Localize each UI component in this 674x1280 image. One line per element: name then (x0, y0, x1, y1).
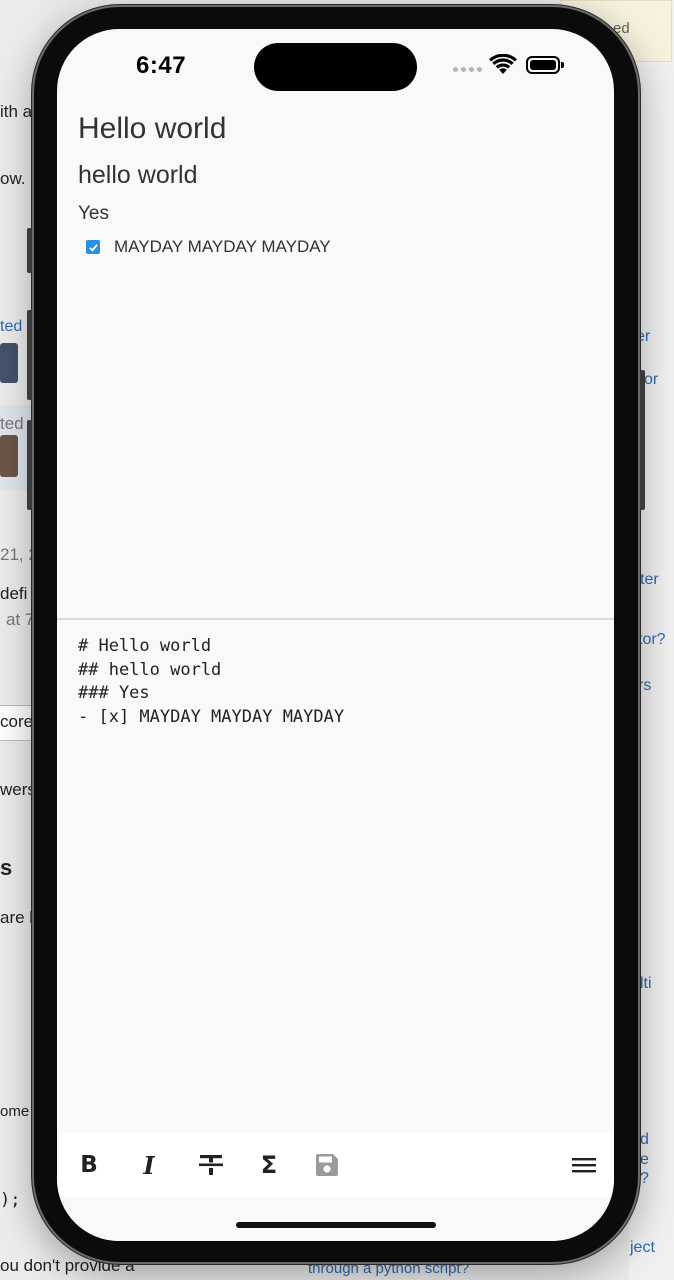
preview-heading-2: hello world (78, 161, 198, 189)
preview-heading-3: Yes (78, 203, 109, 224)
save-icon (316, 1154, 338, 1176)
status-time: 6:47 (136, 52, 187, 79)
italic-button[interactable]: I (137, 1150, 161, 1180)
format-toolbar: B I Σ (57, 1133, 614, 1197)
markdown-preview: Hello world hello world Yes MAYDAY MAYDA… (57, 105, 614, 618)
dynamic-island (254, 43, 417, 91)
background-thumbnail (0, 435, 18, 477)
background-link: d (640, 1131, 649, 1148)
preview-heading-1: Hello world (78, 112, 227, 145)
background-link: rs (638, 677, 652, 694)
strikethrough-button[interactable] (197, 1151, 225, 1179)
status-bar: 6:47 (57, 29, 614, 105)
italic-icon: I (143, 1150, 155, 1180)
checkmark-icon (88, 243, 98, 252)
app-screen: 6:47 Hello world hello world Yes MAYDAY … (57, 29, 614, 1241)
background-heading: s (0, 855, 13, 880)
background-link: ject (630, 1239, 655, 1256)
background-text: 21, 2 (0, 545, 38, 564)
background-link: er (636, 328, 651, 345)
background-code: ); (0, 1190, 21, 1210)
task-checkbox[interactable] (86, 240, 100, 254)
background-link: tor? (638, 631, 666, 648)
battery-icon (526, 56, 564, 74)
phone-volume-button (27, 420, 32, 510)
wifi-icon (489, 54, 517, 74)
background-text: core (0, 712, 34, 731)
background-text: ome (0, 1103, 30, 1120)
menu-icon (572, 1158, 596, 1173)
cellular-signal-icon (453, 67, 482, 72)
background-link: through a python script? (308, 1260, 469, 1277)
markdown-editor[interactable]: # Hello world ## hello world ### Yes - [… (57, 620, 614, 1133)
strikethrough-icon (199, 1155, 223, 1175)
background-link: ted (0, 318, 23, 335)
bold-icon: B (80, 1152, 98, 1178)
background-text: wers (0, 780, 36, 799)
preview-task-item: MAYDAY MAYDAY MAYDAY (86, 237, 331, 257)
background-text: ow. (0, 169, 26, 188)
background-thumbnail (0, 343, 18, 383)
sigma-icon: Σ (260, 1151, 278, 1179)
home-indicator-area (57, 1197, 614, 1241)
menu-button[interactable] (571, 1151, 597, 1179)
editor-text[interactable]: # Hello world ## hello world ### Yes - [… (78, 635, 344, 729)
background-text: at 7 (6, 610, 35, 629)
phone-power-button (640, 370, 645, 510)
formula-button[interactable]: Σ (257, 1151, 281, 1179)
save-button[interactable] (314, 1151, 340, 1179)
background-link: lti (640, 975, 652, 992)
background-link: ter (640, 571, 659, 588)
background-text: ted (0, 414, 24, 433)
background-text: are l (0, 908, 34, 927)
background-link: ? (640, 1170, 649, 1187)
phone-volume-button (27, 310, 32, 400)
background-link: or (644, 371, 659, 388)
background-text: defi (0, 584, 28, 603)
phone-volume-button (27, 228, 32, 273)
task-label: MAYDAY MAYDAY MAYDAY (114, 237, 331, 256)
background-link: e (640, 1151, 649, 1168)
background-text: ith a (0, 102, 33, 121)
bold-button[interactable]: B (77, 1151, 101, 1179)
home-indicator[interactable] (236, 1222, 436, 1228)
